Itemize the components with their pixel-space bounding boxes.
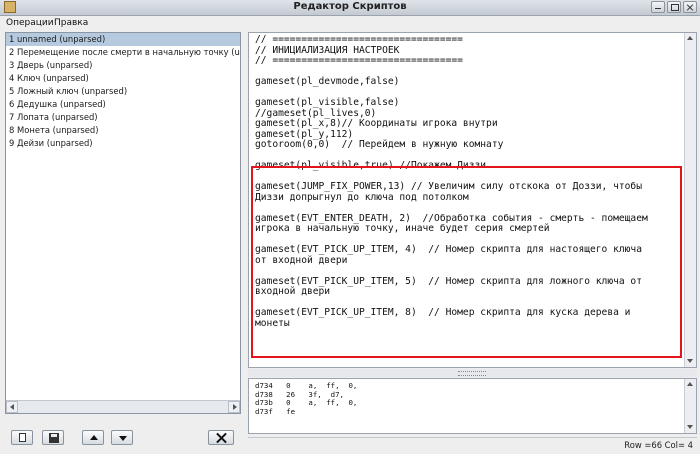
script-list-item[interactable]: 5 Ложный ключ (unparsed) [6,85,240,98]
scroll-down-icon[interactable] [685,422,696,433]
code-line: gameset(pl_devmode,false) [255,76,400,87]
pane-splitter[interactable] [248,369,697,377]
script-editor-window: Редактор Скриптов Операции Правка 1 unna… [0,0,700,454]
code-text[interactable]: // =================================// И… [255,34,682,329]
minimize-icon[interactable] [651,1,665,13]
code-line: gameset(pl_visible,true) //Покажем Диззи [255,160,487,171]
script-list: 1 unnamed (unparsed) 2 Перемещение после … [6,33,240,400]
code-line: монеты [255,317,290,329]
script-list-item[interactable]: 4 Ключ (unparsed) [6,72,240,85]
delete-x-icon [216,433,227,443]
scroll-right-icon[interactable] [228,401,240,413]
delete-script-button[interactable] [208,430,234,445]
menu-edit[interactable]: Правка [54,18,88,28]
code-editor[interactable]: // =================================// И… [248,32,697,368]
code-line: gotoroom(0,0) // Перейдем в нужную комна… [255,139,504,150]
code-line: // ================================= [255,55,463,66]
menu-operations[interactable]: Операции [6,18,54,28]
cursor-position: Row =66 Col= 4 [624,440,693,450]
bytecode-pane: d734 0 a, ff, 0, d738 26 3f, d7, d73b 0 a,… [248,378,697,434]
new-page-icon [19,433,26,442]
code-line: игрока в начальную точку, иначе будет се… [255,223,550,234]
title-bar[interactable]: Редактор Скриптов [0,0,700,16]
menu-bar: Операции Правка [0,16,700,30]
code-line: входной двери [255,286,331,297]
window-title: Редактор Скриптов [293,1,407,12]
close-icon[interactable] [683,1,697,13]
code-line: gameset(EVT_PICK_UP_ITEM, 8) // Номер ск… [255,307,631,318]
splitter-grip-icon[interactable] [458,371,486,376]
scroll-left-icon[interactable] [6,401,18,413]
status-bar: Row =66 Col= 4 [248,437,697,452]
bytecode-line: d73f fe [255,406,296,416]
code-line: gameset(pl_x,8)// Координаты игрока внут… [255,118,498,129]
script-list-item[interactable]: 6 Дедушка (unparsed) [6,98,240,111]
script-list-item[interactable]: 8 Монета (unparsed) [6,124,240,137]
bytecode-text: d734 0 a, ff, 0, d738 26 3f, d7, d73b 0 a,… [255,381,682,416]
move-up-button[interactable] [82,430,104,445]
save-disk-icon [49,433,59,443]
arrow-down-icon [119,436,127,441]
maximize-icon[interactable] [667,1,681,13]
code-line: Диззи допрыгнул до ключа под потолком [255,191,469,203]
save-script-button[interactable] [42,430,64,445]
scroll-up-icon[interactable] [685,379,696,390]
script-list-item[interactable]: 1 unnamed (unparsed) [6,33,240,46]
window-controls [651,1,697,13]
horizontal-scrollbar[interactable] [6,400,240,413]
bytecode-line: d73b 0 a, ff, 0, [255,398,358,408]
script-list-item[interactable]: 7 Лопата (unparsed) [6,111,240,124]
script-list-panel: 1 unnamed (unparsed) 2 Перемещение после … [5,32,241,414]
move-down-button[interactable] [111,430,133,445]
bytecode-vertical-scrollbar[interactable] [684,379,696,433]
code-line: gameset(pl_visible,false) [255,97,400,108]
script-list-item[interactable]: 3 Дверь (unparsed) [6,59,240,72]
arrow-up-icon [90,435,98,440]
code-line: от входной двери [255,254,348,266]
new-script-button[interactable] [11,430,33,445]
code-line: // ================================= [255,34,463,45]
scroll-down-icon[interactable] [685,356,696,367]
code-line: gameset(JUMP_FIX_POWER,13) // Увеличим с… [255,181,642,192]
code-line: gameset(EVT_PICK_UP_ITEM, 4) // Номер ск… [255,244,642,255]
scroll-up-icon[interactable] [685,33,696,44]
script-list-item[interactable]: 9 Дейзи (unparsed) [6,137,240,150]
script-list-item[interactable]: 2 Перемещение после смерти в начальную т… [6,46,240,59]
editor-vertical-scrollbar[interactable] [684,33,696,367]
